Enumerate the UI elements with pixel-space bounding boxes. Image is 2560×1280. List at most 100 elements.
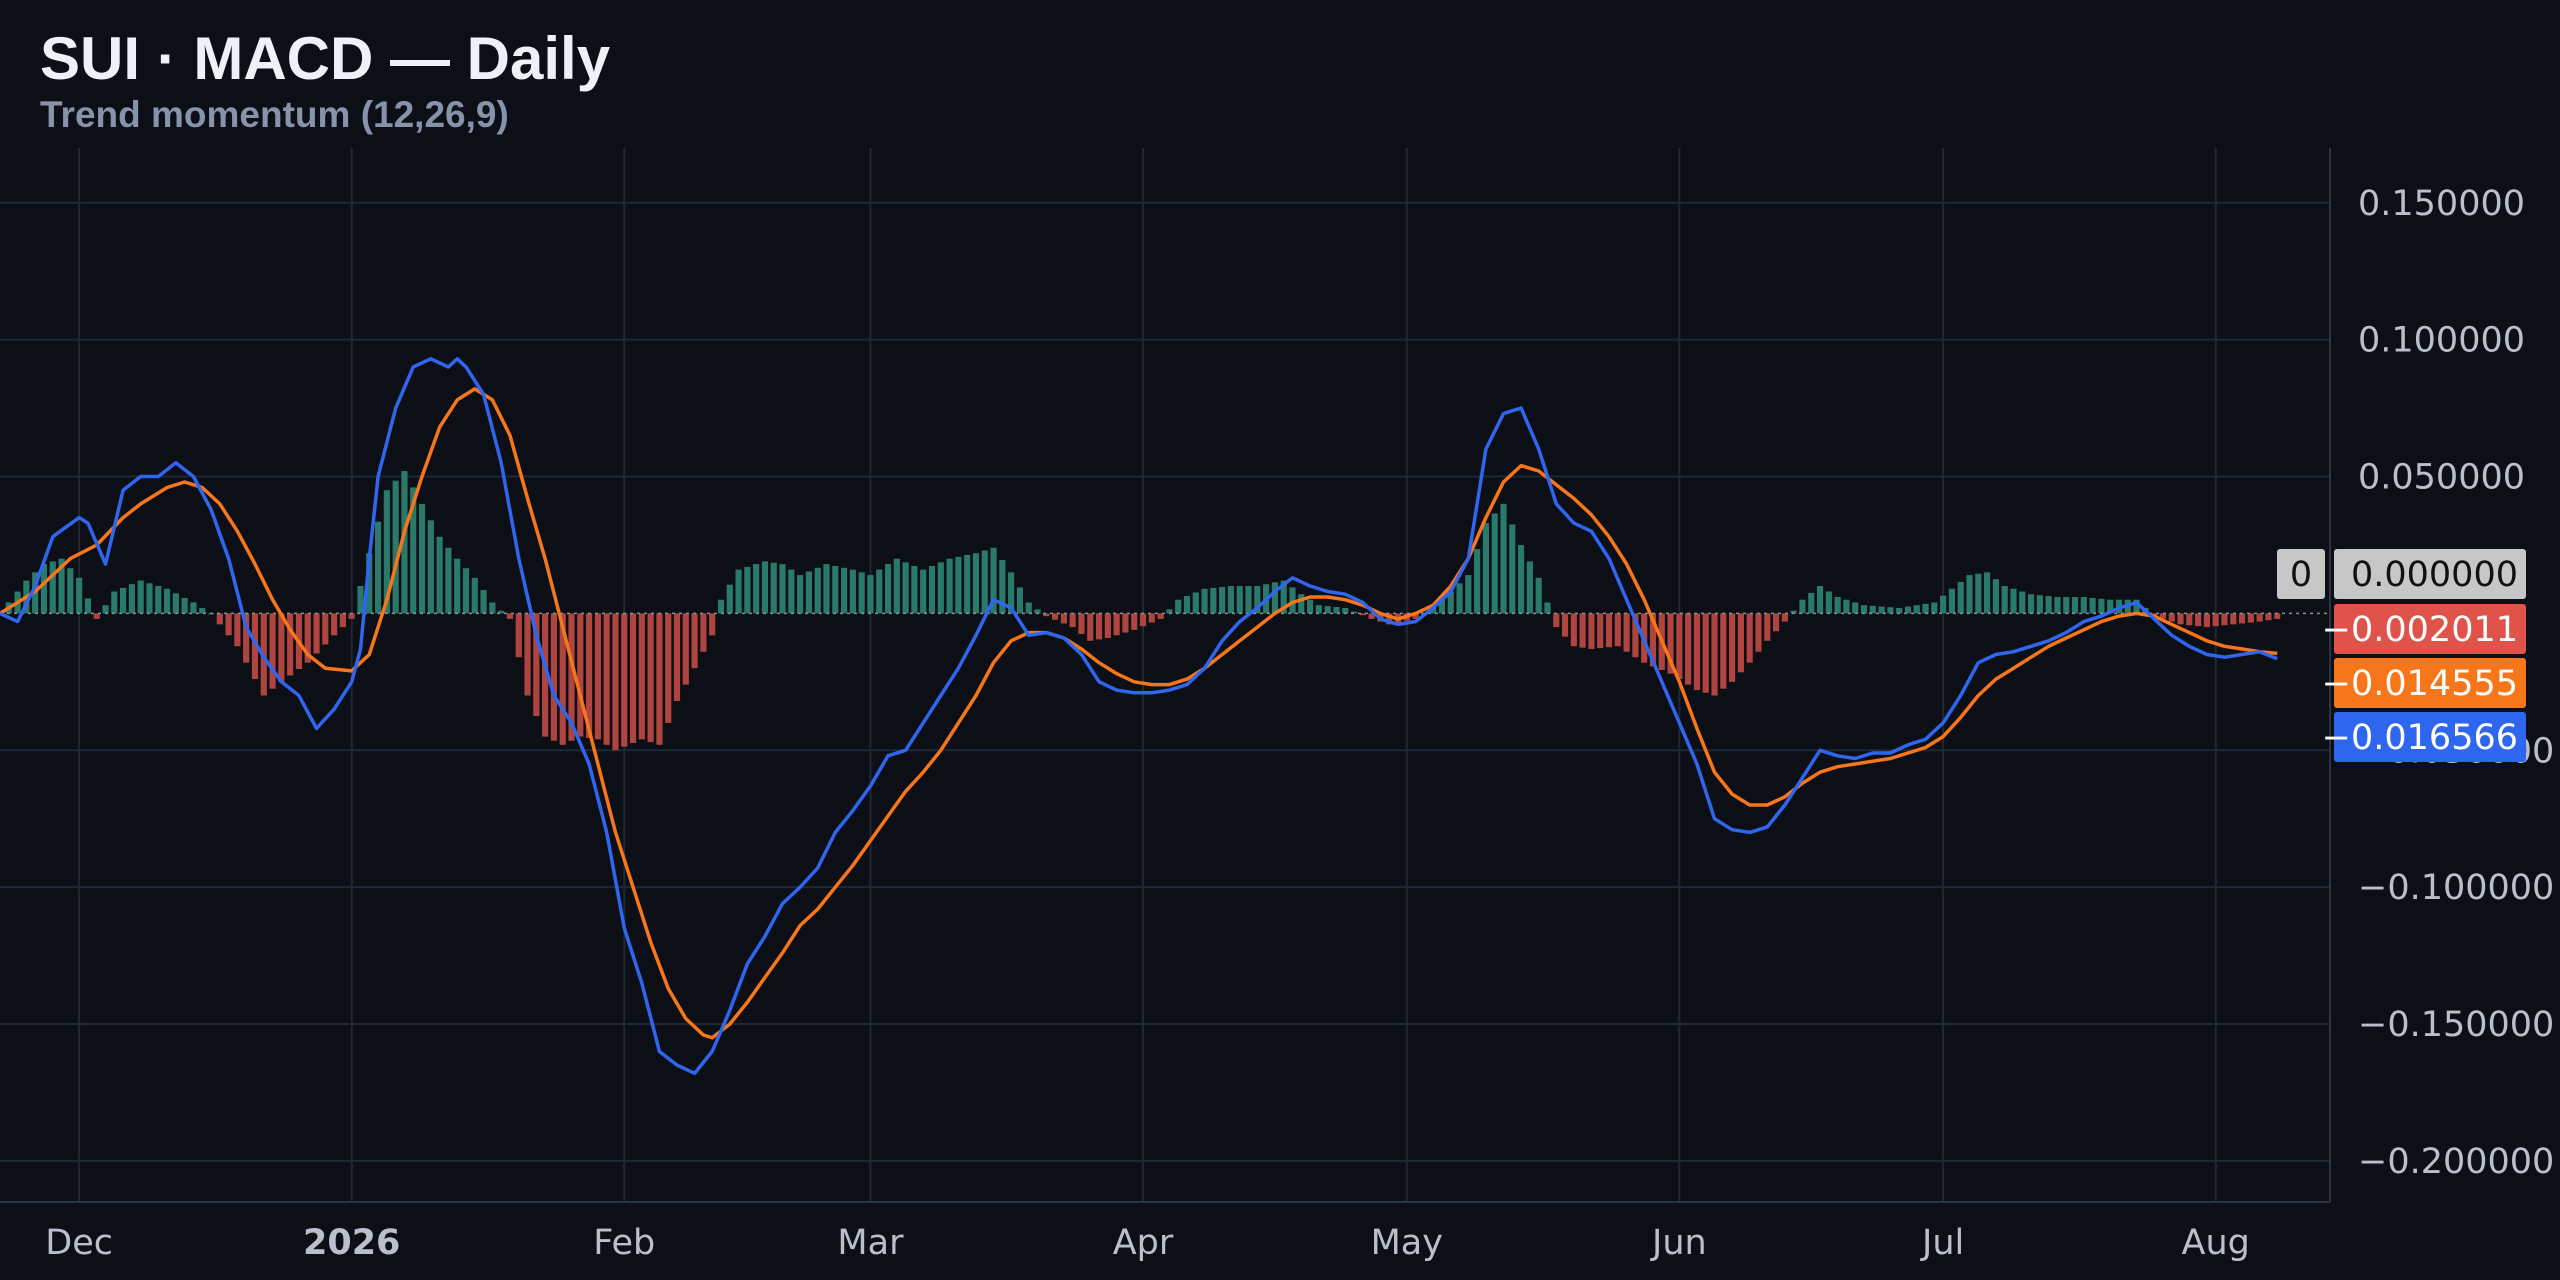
histogram-bar bbox=[515, 613, 522, 658]
histogram-bar bbox=[1904, 606, 1912, 614]
histogram-bar bbox=[1052, 613, 1059, 620]
histogram-bar bbox=[225, 613, 232, 636]
histogram-bar bbox=[1984, 572, 1991, 614]
histogram-bar bbox=[1957, 581, 1964, 614]
histogram-bar bbox=[1852, 602, 1859, 614]
histogram-bar bbox=[911, 565, 918, 614]
histogram-bar bbox=[1570, 613, 1577, 647]
histogram-bar bbox=[797, 575, 804, 614]
histogram-bar bbox=[1201, 588, 1208, 614]
histogram-bar bbox=[1139, 613, 1147, 627]
histogram-bar bbox=[1465, 575, 1472, 614]
histogram-bar bbox=[1157, 613, 1164, 619]
histogram-bar bbox=[172, 593, 179, 614]
histogram-bar bbox=[902, 562, 909, 614]
histogram-bar bbox=[146, 583, 153, 614]
histogram-bar bbox=[1614, 613, 1621, 647]
histogram-bar bbox=[2221, 613, 2228, 626]
histogram-bar bbox=[832, 565, 839, 614]
histogram-bar bbox=[550, 613, 558, 741]
histogram-bar bbox=[506, 613, 514, 619]
histogram-bar bbox=[2036, 595, 2043, 614]
histogram-bar bbox=[1271, 582, 1278, 614]
histogram-bar bbox=[1210, 587, 1217, 614]
histogram-bar bbox=[278, 613, 285, 682]
histogram-bar bbox=[858, 572, 865, 614]
histogram-bar bbox=[2212, 613, 2219, 627]
histogram-bar bbox=[1711, 613, 1718, 696]
macd-chart: 0.1500000.1000000.050000−0.050000−0.1000… bbox=[0, 148, 2554, 1263]
histogram-bar bbox=[120, 587, 127, 614]
histogram-bar bbox=[524, 613, 531, 696]
histogram-bar bbox=[2063, 596, 2070, 614]
histogram-bar bbox=[709, 613, 716, 636]
histogram-bar bbox=[964, 554, 971, 614]
histogram-bar bbox=[1860, 605, 1868, 614]
histogram-bar bbox=[1948, 588, 1956, 614]
histogram-bar bbox=[1245, 586, 1252, 614]
histogram-bar bbox=[726, 584, 733, 614]
histogram-bar bbox=[2027, 594, 2035, 614]
histogram-bar bbox=[1685, 613, 1692, 685]
histogram-bar bbox=[2230, 613, 2237, 625]
histogram-bar bbox=[348, 613, 355, 619]
histogram-bar bbox=[2186, 613, 2193, 626]
histogram-bar bbox=[735, 569, 742, 614]
x-tick-label: Aug bbox=[2182, 1223, 2250, 1263]
histogram-bar bbox=[269, 613, 276, 689]
histogram-bar bbox=[691, 613, 698, 669]
histogram-bar bbox=[1869, 605, 1876, 614]
histogram-bar bbox=[1834, 596, 1841, 614]
histogram-bar bbox=[867, 575, 874, 614]
histogram-bar bbox=[629, 613, 637, 743]
histogram-bar bbox=[480, 590, 487, 614]
x-tick-label: May bbox=[1371, 1223, 1443, 1263]
chart-title: SUI · MACD — Daily bbox=[40, 25, 611, 92]
histogram-bar bbox=[84, 598, 92, 614]
x-tick-label: Apr bbox=[1113, 1223, 1174, 1263]
last-value-tag-label: −0.014555 bbox=[2322, 664, 2518, 704]
histogram-bar bbox=[1553, 613, 1560, 628]
histogram-bar bbox=[1456, 583, 1463, 614]
histogram-bar bbox=[893, 558, 900, 614]
histogram-bar bbox=[1526, 561, 1533, 614]
histogram-bar bbox=[1087, 613, 1094, 641]
histogram-bar bbox=[1122, 613, 1129, 633]
histogram-bar bbox=[76, 577, 83, 614]
histogram-bar bbox=[814, 567, 821, 614]
histogram-bar bbox=[1306, 599, 1314, 614]
histogram-bar bbox=[216, 613, 223, 625]
histogram-bar bbox=[2247, 613, 2254, 623]
histogram-bar bbox=[1131, 613, 1138, 630]
histogram-bar bbox=[1298, 594, 1305, 614]
histogram-bar bbox=[612, 613, 619, 751]
histogram-bar bbox=[603, 613, 610, 745]
histogram-bar bbox=[374, 521, 382, 614]
histogram-bar bbox=[1518, 544, 1525, 614]
histogram-bar bbox=[322, 613, 329, 645]
histogram-bar bbox=[1878, 606, 1885, 614]
last-value-tag-label: −0.016566 bbox=[2322, 718, 2518, 758]
histogram-bar bbox=[2089, 597, 2096, 614]
histogram-bar bbox=[1060, 613, 1067, 624]
histogram-bar bbox=[1104, 613, 1111, 639]
histogram-bar bbox=[49, 561, 56, 614]
histogram-bar bbox=[2071, 596, 2079, 614]
x-tick-label: Jul bbox=[1920, 1223, 1964, 1263]
histogram-bar bbox=[2010, 588, 2017, 614]
histogram-bar bbox=[805, 571, 812, 614]
histogram-series bbox=[0, 471, 2281, 751]
histogram-bar bbox=[972, 553, 980, 614]
histogram-bar bbox=[1808, 592, 1815, 614]
chart-subtitle: Trend momentum (12,26,9) bbox=[40, 94, 509, 135]
histogram-bar bbox=[638, 613, 645, 740]
histogram-bar bbox=[673, 613, 681, 702]
histogram-bar bbox=[884, 564, 892, 614]
histogram-bar bbox=[621, 613, 628, 747]
histogram-bar bbox=[2203, 613, 2210, 628]
histogram-bar bbox=[418, 503, 426, 614]
histogram-bar bbox=[1816, 586, 1824, 614]
histogram-bar bbox=[427, 520, 434, 614]
last-value-tag-label: −0.002011 bbox=[2322, 610, 2518, 650]
x-tick-label: Dec bbox=[45, 1223, 113, 1263]
